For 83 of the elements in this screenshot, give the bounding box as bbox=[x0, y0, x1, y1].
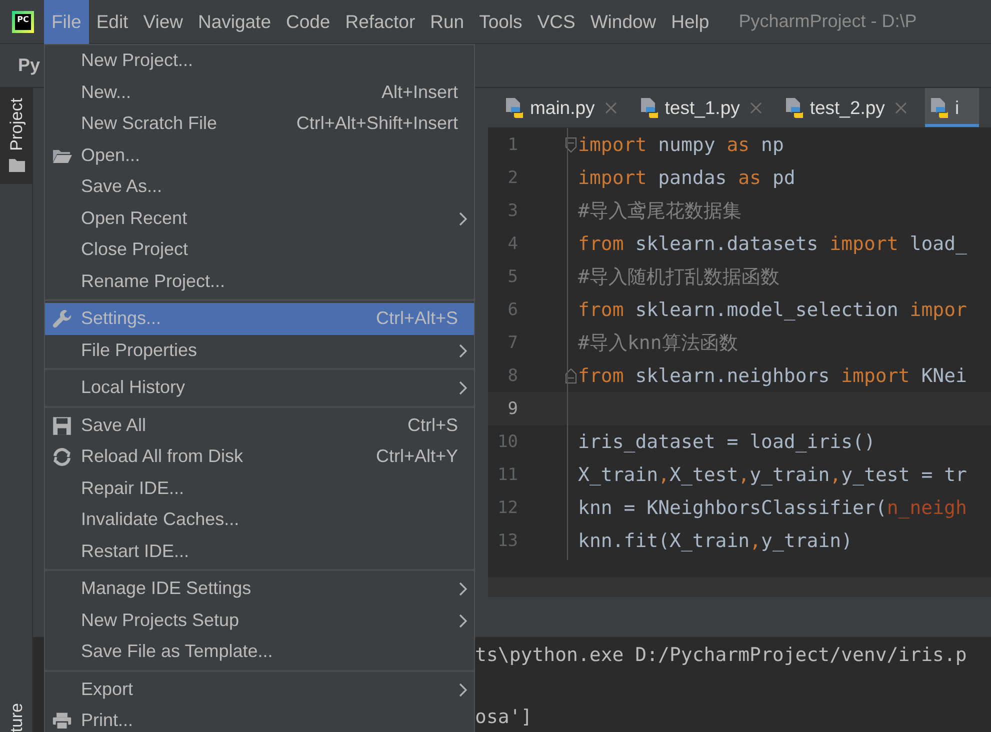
menu-item[interactable]: New Project... bbox=[45, 45, 474, 76]
folder-icon bbox=[8, 158, 24, 172]
line-number: 1 bbox=[506, 134, 518, 154]
editor-tab[interactable]: main.py bbox=[500, 88, 621, 127]
shortcut-label: Ctrl+Alt+S bbox=[376, 308, 458, 330]
menu-item[interactable]: Save File as Template... bbox=[45, 636, 474, 668]
code-line: import numpy as np bbox=[578, 134, 784, 156]
menu-item[interactable]: Repair IDE... bbox=[45, 472, 474, 504]
menu-item[interactable]: Save All Ctrl+S bbox=[45, 410, 474, 441]
shortcut-label: Ctrl+S bbox=[407, 414, 458, 436]
code-line: from sklearn.model_selection impor bbox=[578, 298, 967, 320]
line-number: 3 bbox=[506, 200, 518, 220]
fold-icon[interactable] bbox=[565, 368, 577, 384]
menu-item[interactable]: Export bbox=[45, 674, 474, 705]
menu-item[interactable]: Open Recent bbox=[45, 202, 474, 234]
menu-item[interactable]: Rename Project... bbox=[45, 266, 474, 297]
line-number: 10 bbox=[496, 432, 518, 452]
python-file-icon bbox=[504, 96, 524, 118]
code-line: knn.fit(X_train,y_train) bbox=[578, 530, 853, 552]
menu-bar-item[interactable]: Navigate bbox=[190, 0, 278, 44]
code-line: from sklearn.neighbors import KNei bbox=[578, 364, 967, 386]
code-line: #导入鸢尾花数据集 bbox=[578, 198, 742, 224]
tool-window-tab[interactable]: ture bbox=[0, 702, 33, 732]
line-number: 5 bbox=[506, 266, 518, 286]
shortcut-label: Ctrl+Alt+Shift+Insert bbox=[296, 113, 458, 134]
code-line: iris_dataset = load_iris() bbox=[578, 430, 876, 452]
line-number: 4 bbox=[506, 234, 518, 254]
line-number: 9 bbox=[506, 398, 518, 418]
menu-bar-item[interactable]: View bbox=[136, 0, 190, 44]
code-line: #导入随机打乱数据函数 bbox=[578, 264, 780, 290]
code-line: #导入knn算法函数 bbox=[578, 330, 738, 356]
wrench-icon bbox=[52, 309, 72, 329]
menu-bar-item[interactable]: Window bbox=[582, 0, 664, 44]
window-title: PycharmProject - D:\P bbox=[738, 11, 917, 32]
python-file-icon bbox=[784, 96, 804, 118]
menu-item[interactable]: Open... bbox=[45, 140, 474, 171]
fold-icon[interactable] bbox=[565, 136, 577, 152]
python-file-icon bbox=[638, 96, 659, 118]
menu-item[interactable]: Invalidate Caches... bbox=[45, 504, 474, 536]
menu-item[interactable]: Local History bbox=[45, 372, 474, 404]
menu-item[interactable]: New... Alt+Insert bbox=[45, 76, 474, 108]
code-line: X_train,X_test,y_train,y_test = tr bbox=[578, 464, 967, 486]
project-name: Py bbox=[18, 55, 40, 76]
line-number: 11 bbox=[496, 464, 518, 484]
line-number: 6 bbox=[506, 300, 518, 320]
line-number: 12 bbox=[496, 498, 518, 518]
menu-bar-item[interactable]: Run bbox=[422, 0, 472, 44]
menu-item[interactable]: Print... bbox=[45, 705, 474, 732]
menu-item[interactable]: Save As... bbox=[45, 171, 474, 202]
shortcut-label: Ctrl+Alt+Y bbox=[376, 446, 458, 468]
menu-item[interactable]: File Properties bbox=[45, 334, 474, 366]
menu-bar-item[interactable]: Help bbox=[664, 0, 717, 44]
menu-item[interactable]: Close Project bbox=[45, 234, 474, 266]
console-line: osa'] bbox=[475, 706, 532, 728]
code-line: from sklearn.datasets import load_ bbox=[578, 232, 967, 254]
line-number: 13 bbox=[496, 530, 518, 550]
code-line: import pandas as pd bbox=[578, 166, 796, 188]
reload-icon bbox=[52, 447, 72, 467]
editor-tab[interactable]: test_2.py bbox=[780, 88, 911, 127]
line-number: 2 bbox=[506, 168, 518, 188]
menu-bar-item[interactable]: Refactor bbox=[338, 0, 423, 44]
line-number: 7 bbox=[506, 332, 518, 352]
menu-bar-item[interactable]: Edit bbox=[88, 0, 136, 44]
menu-bar-item[interactable]: Code bbox=[278, 0, 338, 44]
menu-bar-item[interactable]: VCS bbox=[530, 0, 583, 44]
editor-tab[interactable]: test_1.py bbox=[634, 88, 766, 127]
editor-tab[interactable]: i bbox=[924, 88, 980, 127]
close-icon[interactable] bbox=[750, 102, 762, 114]
menu-item[interactable]: New Scratch File Ctrl+Alt+Shift+Insert bbox=[45, 108, 474, 140]
menu-item[interactable]: Manage IDE Settings bbox=[45, 573, 474, 604]
console-line: ts\python.exe D:/PycharmProject/venv/iris.p bbox=[475, 644, 967, 666]
menu-item[interactable]: Reload All from Disk Ctrl+Alt+Y bbox=[45, 441, 474, 472]
code-line: knn = KNeighborsClassifier(n_neigh bbox=[578, 496, 967, 518]
save-icon bbox=[52, 416, 72, 436]
shortcut-label: Alt+Insert bbox=[381, 82, 458, 103]
menu-item[interactable]: Restart IDE... bbox=[45, 536, 474, 567]
python-file-icon bbox=[928, 96, 949, 118]
close-icon[interactable] bbox=[604, 102, 617, 114]
close-icon[interactable] bbox=[894, 102, 907, 114]
app-logo: PC bbox=[12, 10, 34, 32]
tool-window-tab[interactable]: Project bbox=[0, 88, 33, 184]
line-number: 8 bbox=[506, 366, 518, 386]
menu-bar-item[interactable]: Tools bbox=[472, 0, 530, 44]
